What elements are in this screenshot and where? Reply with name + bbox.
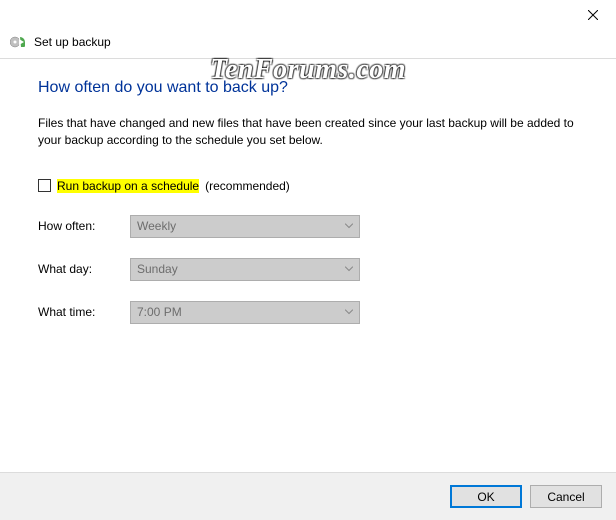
what-time-select[interactable]: 7:00 PM bbox=[130, 301, 360, 324]
titlebar bbox=[0, 0, 616, 30]
button-bar: OK Cancel bbox=[0, 472, 616, 520]
what-day-row: What day: Sunday bbox=[38, 258, 578, 281]
what-day-select[interactable]: Sunday bbox=[130, 258, 360, 281]
window-title: Set up backup bbox=[34, 35, 111, 49]
cancel-button[interactable]: Cancel bbox=[530, 485, 602, 508]
close-button[interactable] bbox=[570, 0, 616, 30]
schedule-checkbox-row[interactable]: Run backup on a schedule (recommended) bbox=[38, 179, 578, 193]
chevron-down-icon bbox=[345, 224, 353, 229]
page-heading: How often do you want to back up? bbox=[38, 79, 578, 97]
schedule-checkbox-label: Run backup on a schedule bbox=[57, 179, 199, 193]
close-icon bbox=[588, 10, 598, 20]
ok-button[interactable]: OK bbox=[450, 485, 522, 508]
what-day-value: Sunday bbox=[137, 262, 178, 276]
schedule-checkbox[interactable] bbox=[38, 179, 51, 192]
how-often-value: Weekly bbox=[137, 219, 176, 233]
chevron-down-icon bbox=[345, 267, 353, 272]
what-time-label: What time: bbox=[38, 305, 130, 319]
what-time-value: 7:00 PM bbox=[137, 305, 182, 319]
content-area: How often do you want to back up? Files … bbox=[0, 59, 616, 324]
what-time-row: What time: 7:00 PM bbox=[38, 301, 578, 324]
backup-app-icon bbox=[10, 34, 26, 50]
header-row: Set up backup bbox=[0, 30, 616, 58]
how-often-select[interactable]: Weekly bbox=[130, 215, 360, 238]
how-often-label: How often: bbox=[38, 219, 130, 233]
what-day-label: What day: bbox=[38, 262, 130, 276]
how-often-row: How often: Weekly bbox=[38, 215, 578, 238]
chevron-down-icon bbox=[345, 310, 353, 315]
schedule-checkbox-recommended: (recommended) bbox=[205, 179, 290, 193]
page-description: Files that have changed and new files th… bbox=[38, 115, 578, 149]
